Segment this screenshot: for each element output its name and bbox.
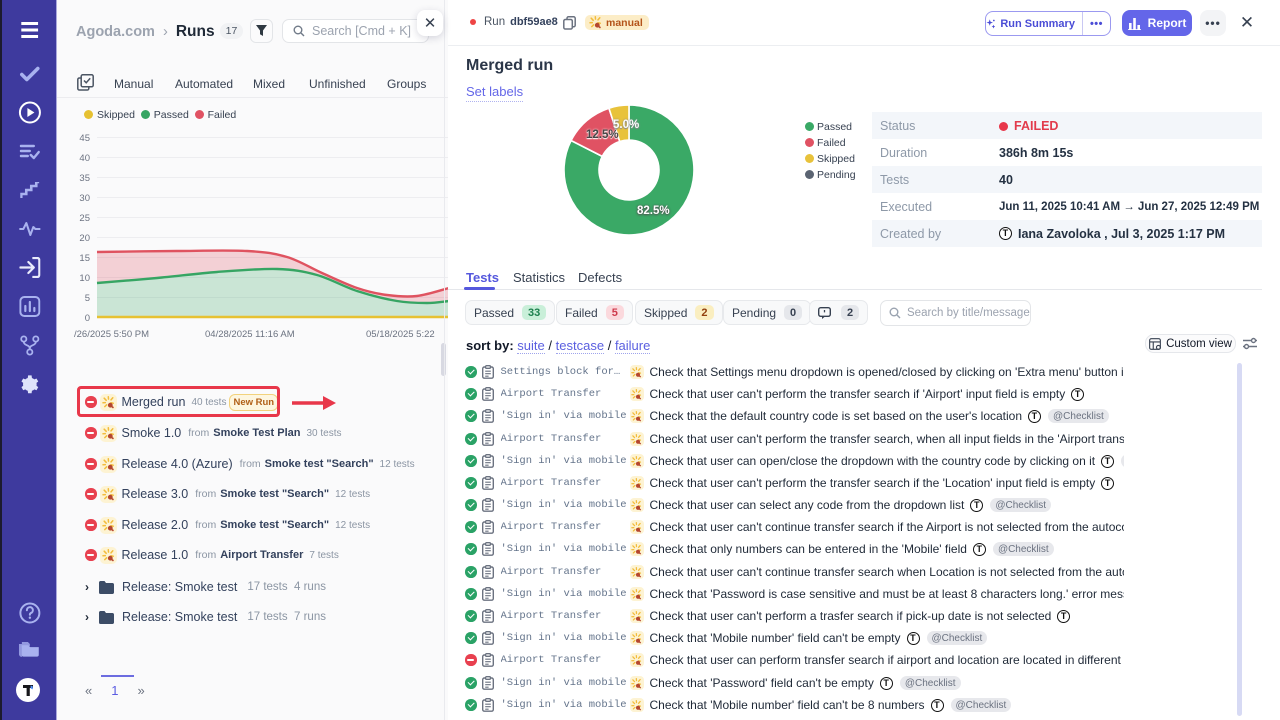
svg-text:0: 0 — [85, 313, 90, 324]
svg-text:05/18/2025 5:22: 05/18/2025 5:22 — [366, 329, 435, 340]
svg-text:40: 40 — [79, 153, 90, 164]
svg-text:5.0%: 5.0% — [613, 119, 639, 131]
svg-text:20: 20 — [79, 233, 90, 244]
svg-text:30: 30 — [79, 193, 90, 204]
svg-text:15: 15 — [79, 253, 90, 264]
svg-text:10: 10 — [79, 273, 90, 284]
svg-text:25: 25 — [79, 213, 90, 224]
svg-text:5: 5 — [85, 293, 90, 304]
svg-text:45: 45 — [79, 133, 90, 144]
svg-text:04/28/2025 11:16 AM: 04/28/2025 11:16 AM — [205, 329, 295, 340]
svg-text:35: 35 — [79, 173, 90, 184]
svg-text:82.5%: 82.5% — [637, 205, 670, 217]
svg-text:/26/2025 5:50 PM: /26/2025 5:50 PM — [74, 329, 149, 340]
